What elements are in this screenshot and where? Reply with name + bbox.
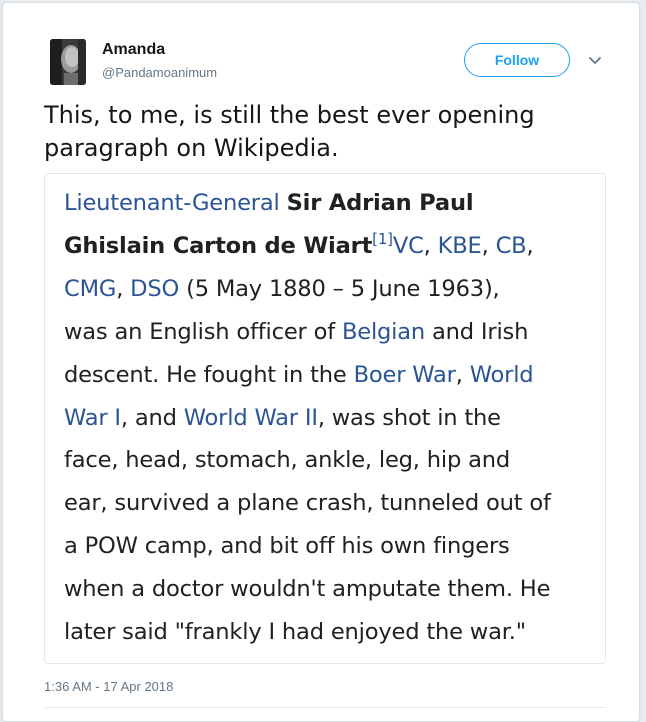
wiki-link: KBE	[437, 232, 482, 259]
excerpt-line: when a doctor wouldn't amputate them. He	[64, 576, 551, 603]
avatar[interactable]	[50, 39, 86, 85]
excerpt-text: (5 May 1880 – 5 June 1963),	[179, 275, 500, 302]
excerpt-line: War I, and World War II, was shot in the	[64, 397, 594, 440]
excerpt-text: ,	[423, 232, 438, 259]
footnote-ref: [1]	[372, 229, 393, 248]
tweet-text: This, to me, is still the best ever open…	[44, 101, 535, 162]
chevron-down-icon[interactable]	[586, 52, 604, 70]
wiki-link: World War II	[183, 404, 318, 431]
excerpt-text: and Irish	[425, 318, 529, 345]
bold-name: Ghislain Carton de Wiart	[64, 232, 373, 259]
excerpt-line: Ghislain Carton de Wiart[1]VC, KBE, CB,	[64, 225, 594, 268]
excerpt-line: face, head, stomach, ankle, leg, hip and	[64, 447, 510, 474]
wiki-link: CMG	[64, 275, 117, 302]
wikipedia-excerpt: Lieutenant-General Sir Adrian Paul Ghisl…	[64, 182, 594, 654]
excerpt-text: was an English officer of	[64, 318, 342, 345]
avatar-image	[50, 39, 86, 85]
wiki-link: War I	[64, 404, 121, 431]
wiki-link: Lieutenant-General	[64, 190, 280, 216]
tweet-timestamp[interactable]: 1:36 AM - 17 Apr 2018	[44, 679, 173, 694]
wiki-link: World	[469, 361, 534, 388]
excerpt-text: , was shot in the	[317, 404, 501, 431]
author-name[interactable]: Amanda	[102, 41, 165, 59]
excerpt-text: ,	[481, 232, 496, 259]
excerpt-line: a POW camp, and bit off his own fingers	[64, 533, 510, 560]
wiki-link: CB	[495, 232, 527, 259]
tweet-card: Amanda @Pandamoanimum Follow This, to me…	[2, 2, 640, 722]
wiki-link: Belgian	[341, 318, 426, 345]
tweet-image[interactable]: Lieutenant-General Sir Adrian Paul Ghisl…	[44, 173, 606, 664]
excerpt-line: ear, survived a plane crash, tunneled ou…	[64, 490, 551, 517]
excerpt-line: descent. He fought in the Boer War, Worl…	[64, 354, 594, 397]
excerpt-line: CMG, DSO (5 May 1880 – 5 June 1963),	[64, 268, 594, 311]
excerpt-text: descent. He fought in the	[64, 361, 354, 388]
excerpt-line: Lieutenant-General Sir Adrian Paul	[64, 182, 594, 225]
excerpt-text: ,	[526, 232, 534, 259]
excerpt-line: was an English officer of Belgian and Ir…	[64, 311, 594, 354]
excerpt-text: ,	[116, 275, 131, 302]
bold-name: Sir Adrian Paul	[286, 190, 474, 216]
wiki-link: Boer War	[353, 361, 456, 388]
follow-button[interactable]: Follow	[464, 43, 570, 77]
excerpt-line: later said "frankly I had enjoyed the wa…	[64, 619, 526, 646]
excerpt-text: ,	[455, 361, 470, 388]
author-handle[interactable]: @Pandamoanimum	[102, 65, 217, 80]
divider	[44, 707, 606, 708]
wiki-link: VC	[392, 232, 424, 259]
wiki-link: DSO	[130, 275, 180, 302]
excerpt-text: , and	[120, 404, 184, 431]
